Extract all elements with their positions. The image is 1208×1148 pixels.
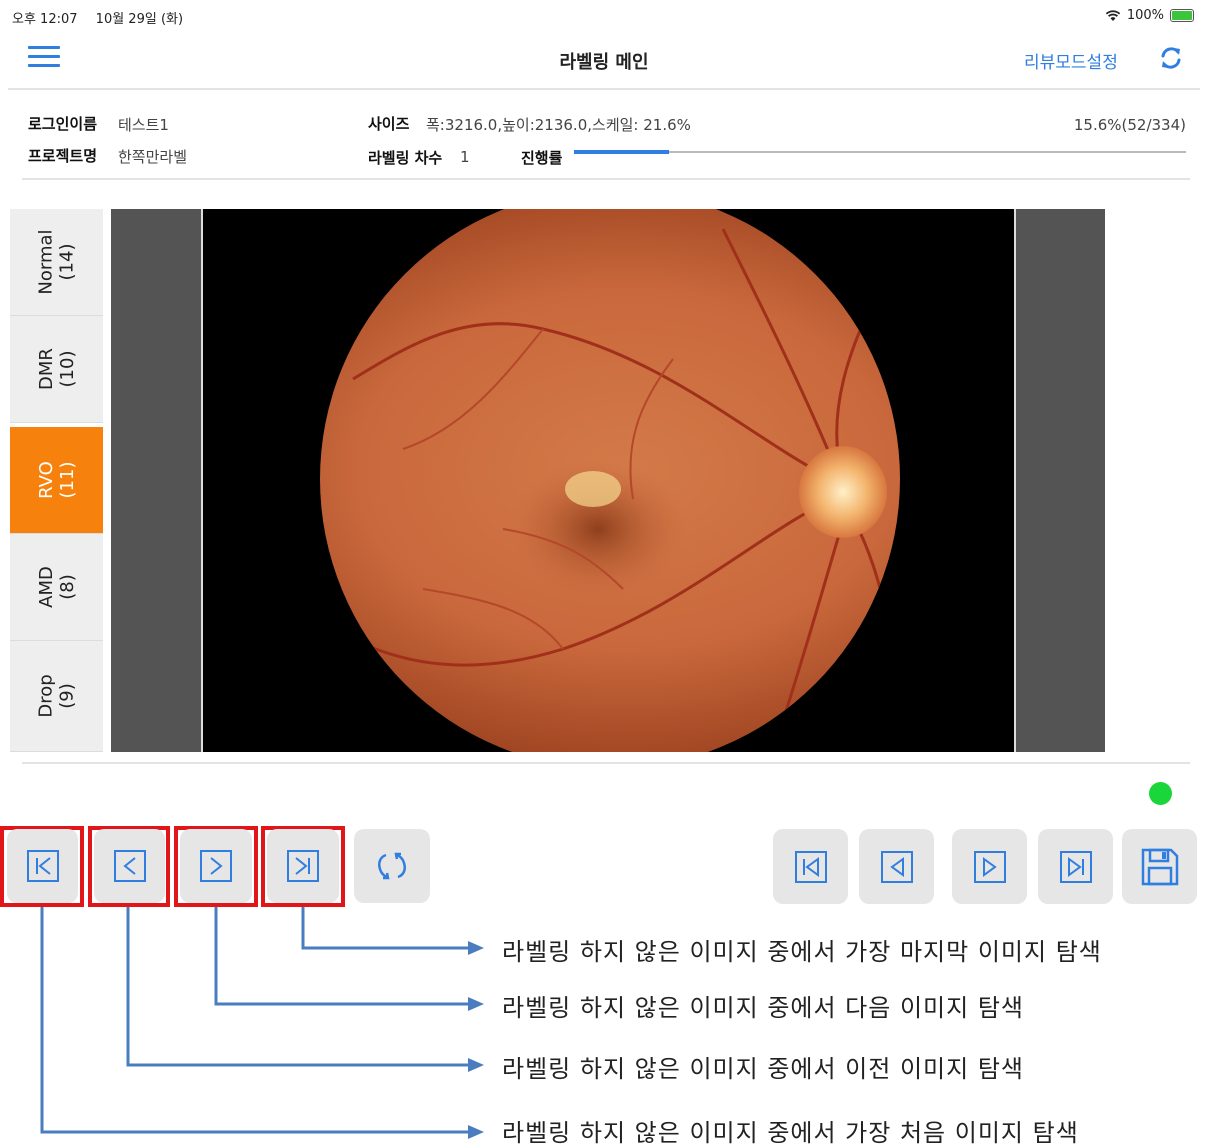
tab-label: AMD (8) (35, 566, 78, 608)
save-button[interactable] (1122, 829, 1197, 904)
tab-normal[interactable]: Normal (14) (10, 209, 103, 316)
status-date: 10월 29일 (화) (95, 12, 184, 27)
tab-amd[interactable]: AMD (8) (10, 534, 103, 641)
first-image-icon (794, 850, 827, 883)
annotation-first-unlabeled: 라벨링 하지 않은 이미지 중에서 가장 처음 이미지 탐색 (502, 1119, 1079, 1147)
last-unlabeled-button[interactable] (267, 829, 339, 903)
prev-unlabeled-button[interactable] (94, 829, 165, 903)
first-unlabeled-button[interactable] (7, 829, 78, 903)
tab-label: Drop (9) (35, 674, 78, 718)
review-mode-settings-button[interactable]: 리뷰모드설정 (1024, 48, 1118, 73)
prev-image-icon (880, 850, 913, 883)
refresh-icon[interactable] (1156, 43, 1186, 73)
next-image-button[interactable] (952, 829, 1027, 904)
rotate-button[interactable] (354, 829, 430, 903)
annotation-arrows (40, 907, 484, 1139)
battery-percent: 100% (1126, 8, 1164, 23)
size-value: 폭:3216.0,높이:2136.0,스케일: 21.6% (426, 116, 691, 134)
info-divider (22, 178, 1190, 180)
wifi-icon (1105, 9, 1121, 21)
tab-rvo[interactable]: RVO (11) (10, 427, 103, 534)
tab-label: RVO (11) (35, 461, 78, 499)
project-name-label: 프로젝트명 (28, 147, 98, 165)
tab-label: DMR (10) (35, 348, 78, 390)
save-icon (1141, 848, 1178, 885)
project-name-value: 한쪽만라벨 (118, 148, 188, 166)
progress-bar-fill (574, 150, 670, 154)
prev-image-button[interactable] (859, 829, 934, 904)
tab-dmr[interactable]: DMR (10) (10, 316, 103, 423)
labeling-round-value: 1 (460, 148, 470, 166)
tab-label: Normal (14) (35, 229, 78, 295)
next-image-icon (973, 850, 1006, 883)
progress-label: 진행률 (521, 149, 563, 167)
first-image-button[interactable] (773, 829, 848, 904)
next-unlabeled-button[interactable] (180, 829, 252, 903)
nav-divider (8, 88, 1200, 90)
annotation-prev-unlabeled: 라벨링 하지 않은 이미지 중에서 이전 이미지 탐색 (502, 1055, 1025, 1083)
annotation-next-unlabeled: 라벨링 하지 않은 이미지 중에서 다음 이미지 탐색 (502, 994, 1025, 1022)
viewer-divider (22, 762, 1190, 764)
status-bar-left: 오후 12:07 10월 29일 (화) (12, 8, 197, 27)
last-image-icon (1059, 850, 1092, 883)
annotation-last-unlabeled: 라벨링 하지 않은 이미지 중에서 가장 마지막 이미지 탐색 (502, 938, 1102, 966)
status-time: 오후 12:07 (12, 12, 78, 27)
battery-icon (1170, 9, 1194, 22)
login-name-label: 로그인이름 (28, 115, 98, 133)
next-unlabeled-icon (200, 850, 232, 882)
fundus-photo (203, 209, 1014, 752)
progress-bar (574, 150, 1186, 154)
first-unlabeled-icon (26, 850, 59, 882)
rotate-icon (378, 852, 406, 880)
progress-text: 15.6%(52/334) (1073, 116, 1186, 134)
last-unlabeled-icon (287, 850, 319, 882)
tab-drop[interactable]: Drop (9) (10, 641, 103, 752)
login-name-value: 테스트1 (118, 116, 169, 134)
prev-unlabeled-icon (113, 850, 146, 882)
fundus-image[interactable] (201, 209, 1016, 752)
size-label: 사이즈 (368, 115, 410, 133)
labeling-round-label: 라벨링 차수 (368, 149, 443, 167)
last-image-button[interactable] (1038, 829, 1113, 904)
status-indicator (1149, 782, 1172, 805)
status-bar-right: 100% (1105, 8, 1194, 23)
